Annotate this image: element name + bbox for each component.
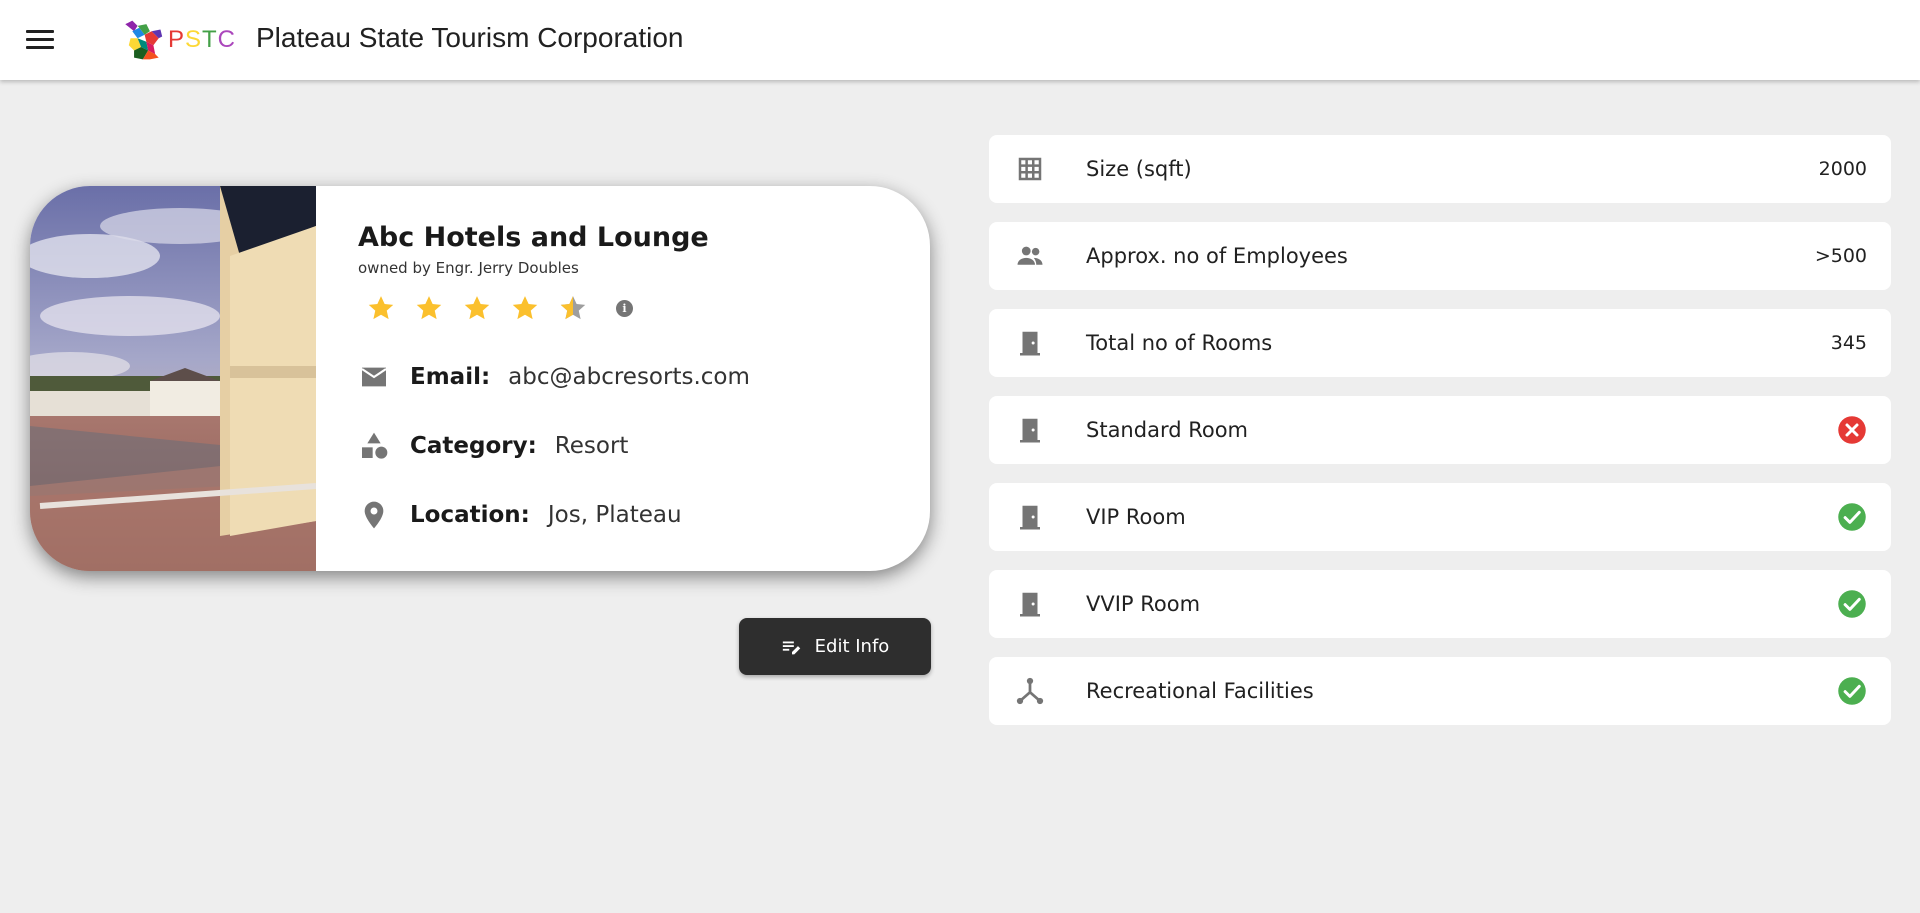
category-row: Category: Resort: [358, 428, 930, 464]
hotel-photo: [30, 186, 316, 571]
check-circle-icon: [1838, 590, 1866, 618]
logo-text: PSTC: [167, 26, 236, 53]
hotel-info: Abc Hotels and Lounge owned by Engr. Jer…: [316, 186, 930, 571]
star-icon: [416, 296, 442, 320]
menu-icon[interactable]: [26, 30, 54, 50]
feature-list: Size (sqft) 2000 Approx. no of Employees…: [989, 135, 1891, 744]
feature-row-size[interactable]: Size (sqft) 2000: [989, 135, 1891, 203]
category-value: Resort: [554, 433, 629, 459]
feature-row-employees[interactable]: Approx. no of Employees >500: [989, 222, 1891, 290]
feature-label: Approx. no of Employees: [1086, 244, 1348, 268]
edit-info-button[interactable]: Edit Info: [739, 618, 931, 675]
check-circle-icon: [1838, 503, 1866, 531]
edit-info-label: Edit Info: [814, 636, 890, 657]
feature-row-vvip-room[interactable]: VVIP Room: [989, 570, 1891, 638]
hotel-card: Abc Hotels and Lounge owned by Engr. Jer…: [30, 186, 930, 571]
feature-label: VVIP Room: [1086, 592, 1201, 616]
feature-label: Total no of Rooms: [1086, 331, 1273, 355]
check-circle-icon: [1838, 677, 1866, 705]
star-icon: [464, 296, 490, 320]
star-rating: i: [366, 291, 930, 325]
email-row: Email: abc@abcresorts.com: [358, 359, 930, 395]
people-icon: [1017, 246, 1043, 265]
grid-icon: [1018, 157, 1042, 181]
email-icon: [361, 367, 387, 387]
feature-row-total-rooms[interactable]: Total no of Rooms 345: [989, 309, 1891, 377]
cancel-icon: [1838, 416, 1866, 444]
app-bar: PSTC Plateau State Tourism Corporation: [0, 0, 1920, 80]
feature-value: 345: [1830, 332, 1867, 354]
star-half-icon: [560, 296, 586, 320]
feature-row-standard-room[interactable]: Standard Room: [989, 396, 1891, 464]
door-icon: [1020, 418, 1040, 443]
email-value[interactable]: abc@abcresorts.com: [508, 364, 750, 390]
star-icon: [512, 296, 538, 320]
location-value: Jos, Plateau: [547, 502, 682, 528]
feature-row-vip-room[interactable]: VIP Room: [989, 483, 1891, 551]
location-pin-icon: [364, 501, 384, 529]
hotel-name: Abc Hotels and Lounge: [358, 222, 709, 253]
hotel-owner: owned by Engr. Jerry Doubles: [358, 259, 579, 277]
feature-label: VIP Room: [1086, 505, 1186, 529]
edit-note-icon: [782, 641, 800, 654]
feature-label: Recreational Facilities: [1086, 679, 1314, 703]
pstc-logo[interactable]: PSTC: [120, 16, 236, 64]
door-icon: [1020, 331, 1040, 356]
feature-row-recreational[interactable]: Recreational Facilities: [989, 657, 1891, 725]
info-icon[interactable]: i: [616, 299, 633, 317]
app-title: Plateau State Tourism Corporation: [256, 22, 684, 53]
door-icon: [1020, 592, 1040, 617]
category-icon: [362, 432, 388, 459]
star-icon: [368, 296, 394, 320]
category-label: Category:: [410, 433, 537, 459]
hub-icon: [1016, 677, 1044, 705]
feature-value: 2000: [1818, 158, 1867, 180]
feature-label: Standard Room: [1086, 418, 1249, 442]
door-icon: [1020, 505, 1040, 530]
location-row: Location: Jos, Plateau: [358, 497, 930, 533]
feature-value: >500: [1814, 245, 1867, 267]
feature-label: Size (sqft): [1086, 157, 1192, 181]
location-label: Location:: [410, 502, 530, 528]
plateau-map-icon: [125, 20, 163, 60]
email-label: Email:: [410, 364, 491, 390]
